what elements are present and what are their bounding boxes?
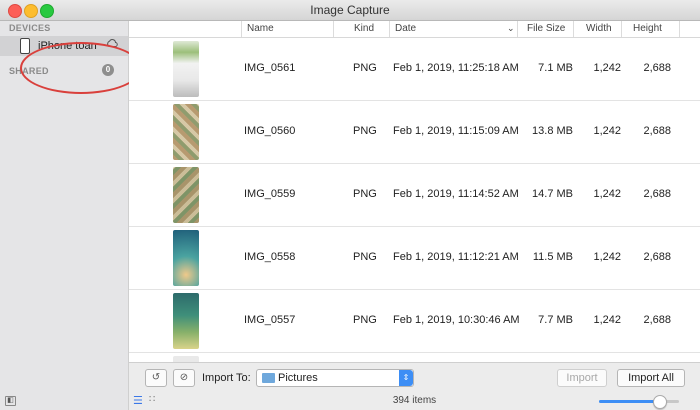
image-list: Name Kind Date ⌄ File Size Width Height … <box>129 21 700 362</box>
file-kind: PNG <box>353 314 377 326</box>
import-button[interactable]: Import <box>557 369 607 387</box>
file-date: Feb 1, 2019, 10:30:46 AM <box>393 314 520 326</box>
table-row[interactable] <box>129 353 700 362</box>
column-name[interactable]: Name <box>247 23 274 34</box>
thumbnail-image <box>173 41 199 97</box>
image-width: 1,242 <box>593 251 621 263</box>
window-title: Image Capture <box>310 3 390 17</box>
iphone-icon <box>20 38 30 54</box>
file-name: IMG_0560 <box>244 125 296 137</box>
column-date[interactable]: Date <box>395 23 416 34</box>
slider-knob[interactable] <box>653 395 667 409</box>
table-row[interactable]: IMG_0559 PNG Feb 1, 2019, 11:14:52 AM 14… <box>129 164 700 227</box>
table-row[interactable]: IMG_0560 PNG Feb 1, 2019, 11:15:09 AM 13… <box>129 101 700 164</box>
sidebar: DEVICES iPhone toan SHARED 0 ◧ <box>0 21 142 410</box>
devices-heading: DEVICES <box>9 23 51 33</box>
file-kind: PNG <box>353 251 377 263</box>
sidebar-toggle-icon[interactable]: ◧ <box>5 396 16 406</box>
file-kind: PNG <box>353 125 377 137</box>
file-size: 14.7 MB <box>532 188 573 200</box>
file-size: 11.5 MB <box>532 251 573 263</box>
thumbnail-image <box>173 167 199 223</box>
rotate-left-icon[interactable]: ↺ <box>145 369 167 387</box>
destination-label: Pictures <box>278 372 318 384</box>
image-width: 1,242 <box>593 188 621 200</box>
thumbnail-image <box>173 293 199 349</box>
file-kind: PNG <box>353 62 377 74</box>
image-width: 1,242 <box>593 125 621 137</box>
thumbnail-size-slider[interactable] <box>599 395 679 409</box>
table-row[interactable]: IMG_0557 PNG Feb 1, 2019, 10:30:46 AM 7.… <box>129 290 700 353</box>
file-name: IMG_0557 <box>244 314 296 326</box>
status-bar: ☰ ∷ 394 items <box>129 391 700 410</box>
import-bar: ↺ ⊘ Import To: Pictures ⇕ Import Import … <box>129 362 700 391</box>
table-row[interactable]: IMG_0558 PNG Feb 1, 2019, 11:12:21 AM 11… <box>129 227 700 290</box>
thumbnail-image <box>173 104 199 160</box>
image-width: 1,242 <box>593 314 621 326</box>
file-date: Feb 1, 2019, 11:25:18 AM <box>393 62 519 74</box>
table-header: Name Kind Date ⌄ File Size Width Height <box>129 21 700 38</box>
file-date: Feb 1, 2019, 11:15:09 AM <box>393 125 519 137</box>
table-row[interactable]: IMG_0561 PNG Feb 1, 2019, 11:25:18 AM 7.… <box>129 38 700 101</box>
import-to-label: Import To: <box>202 372 251 384</box>
image-height: 2,688 <box>643 125 671 137</box>
file-name: IMG_0561 <box>244 62 296 74</box>
folder-icon <box>262 373 275 383</box>
file-date: Feb 1, 2019, 11:14:52 AM <box>393 188 519 200</box>
file-name: IMG_0559 <box>244 188 296 200</box>
file-kind: PNG <box>353 188 377 200</box>
image-width: 1,242 <box>593 62 621 74</box>
file-size: 13.8 MB <box>532 125 573 137</box>
import-all-button[interactable]: Import All <box>617 369 685 387</box>
column-file-size[interactable]: File Size <box>527 23 565 34</box>
file-name: IMG_0558 <box>244 251 296 263</box>
highlight-annotation <box>20 42 142 94</box>
column-width[interactable]: Width <box>586 23 612 34</box>
column-kind[interactable]: Kind <box>354 23 374 34</box>
image-height: 2,688 <box>643 62 671 74</box>
image-height: 2,688 <box>643 188 671 200</box>
image-height: 2,688 <box>643 251 671 263</box>
title-bar: Image Capture <box>0 0 700 21</box>
file-date: Feb 1, 2019, 11:12:21 AM <box>393 251 519 263</box>
slider-fill <box>599 400 659 403</box>
sort-chevron-icon[interactable]: ⌄ <box>507 23 515 34</box>
thumbnail-image <box>173 230 199 286</box>
no-entry-icon[interactable]: ⊘ <box>173 369 195 387</box>
file-size: 7.1 MB <box>538 62 573 74</box>
select-arrows-icon: ⇕ <box>399 370 413 386</box>
image-height: 2,688 <box>643 314 671 326</box>
import-destination-select[interactable]: Pictures ⇕ <box>256 369 414 387</box>
column-height[interactable]: Height <box>633 23 662 34</box>
file-size: 7.7 MB <box>538 314 573 326</box>
